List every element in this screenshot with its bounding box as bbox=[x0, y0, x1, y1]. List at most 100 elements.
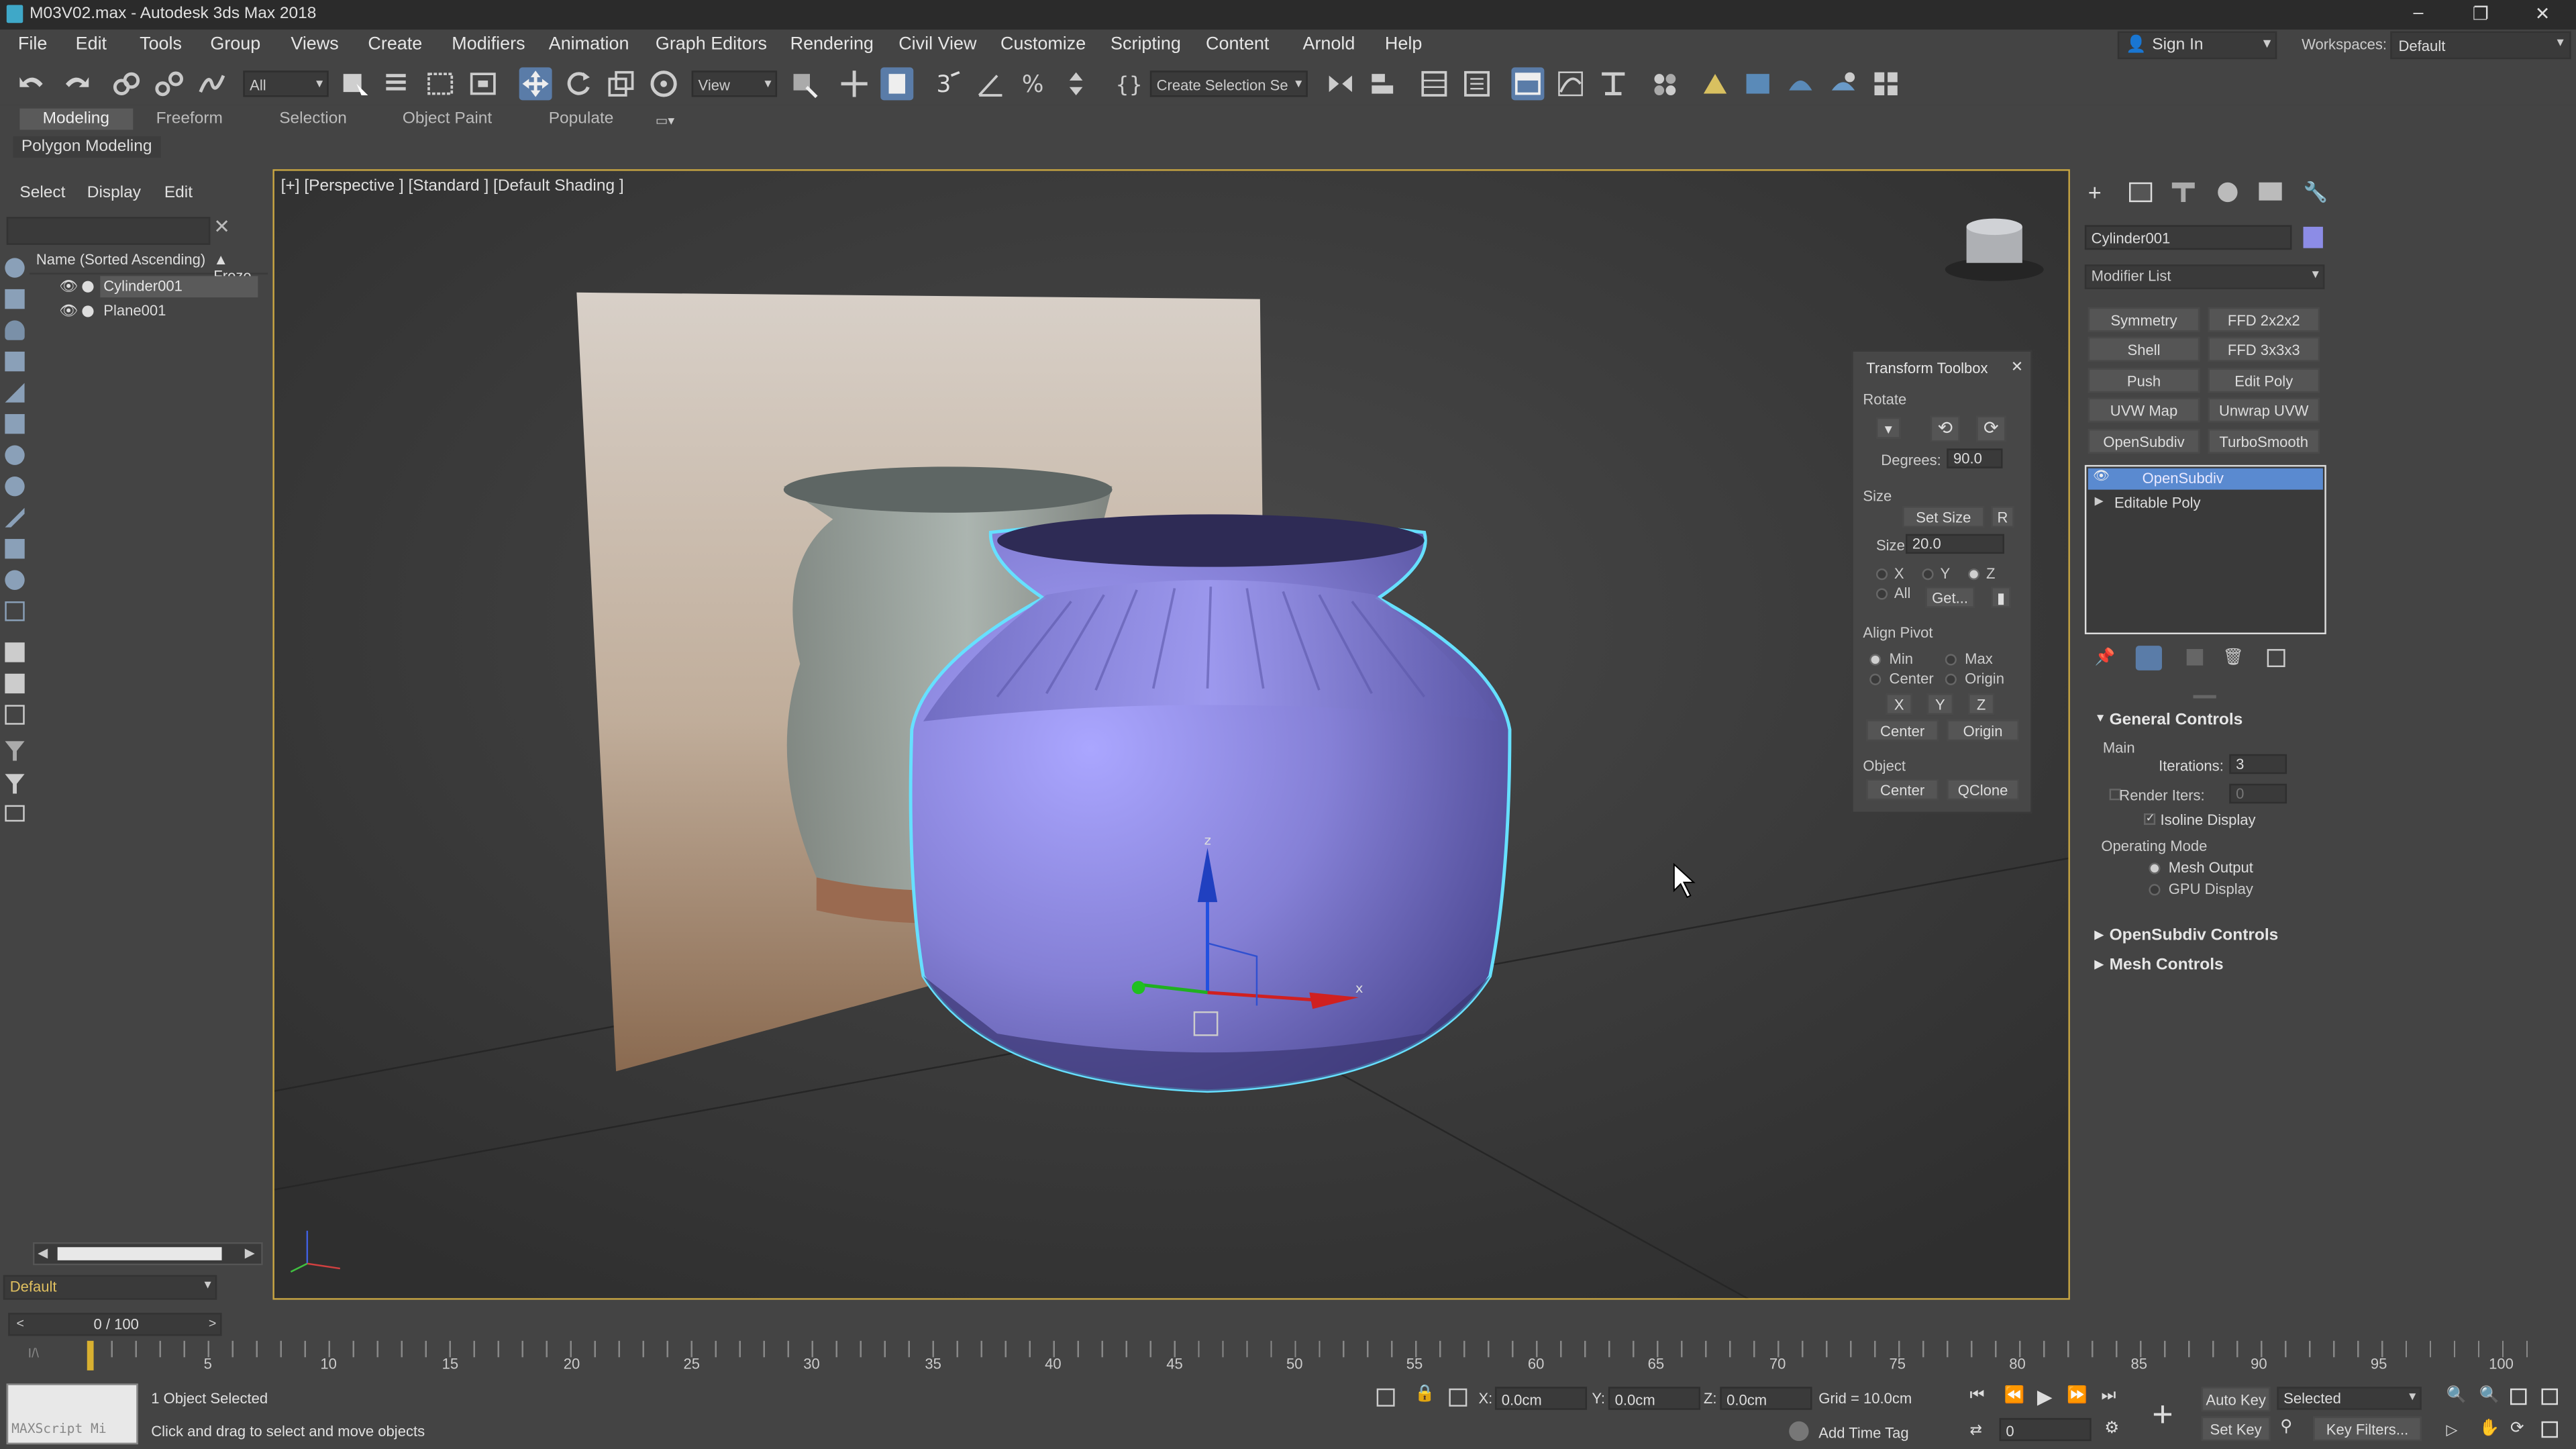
object-name-cell[interactable]: Cylinder001 bbox=[100, 276, 258, 298]
spinner-snap-icon[interactable] bbox=[1060, 67, 1092, 100]
time-tag-icon[interactable] bbox=[1789, 1421, 1809, 1442]
rotate-ccw-button[interactable]: ⟲ bbox=[1930, 415, 1960, 442]
modifier-stack[interactable]: 👁 OpenSubdiv ▶ Editable Poly bbox=[2084, 464, 2326, 635]
display-xrefs-icon[interactable] bbox=[5, 539, 25, 559]
set-key-button[interactable]: Set Key bbox=[2201, 1416, 2271, 1442]
stack-item-opensubdiv[interactable]: 👁 OpenSubdiv bbox=[2088, 468, 2323, 490]
rotate-axis-dropdown[interactable]: ▾ bbox=[1875, 417, 1901, 439]
selection-filter-dropdown[interactable]: All ▼ bbox=[243, 70, 329, 97]
z-coord-input[interactable]: 0.0cm bbox=[1720, 1387, 1812, 1410]
time-slider-prev-icon[interactable]: < bbox=[16, 1316, 23, 1331]
display-space-warps-icon[interactable] bbox=[5, 477, 25, 497]
explorer-menu-select[interactable]: Select bbox=[19, 184, 65, 202]
display-geometry-icon[interactable] bbox=[5, 320, 25, 340]
clear-search-icon[interactable]: ✕ bbox=[213, 215, 230, 238]
column-name-header[interactable]: Name (Sorted Ascending) bbox=[36, 252, 205, 268]
select-manipulate-icon[interactable] bbox=[838, 67, 871, 100]
x-coord-input[interactable]: 0.0cm bbox=[1494, 1387, 1588, 1410]
menu-animation[interactable]: Animation bbox=[549, 34, 629, 54]
minimize-button[interactable]: – bbox=[2414, 3, 2424, 23]
show-end-result-icon[interactable] bbox=[2135, 646, 2162, 670]
isoline-display-checkbox[interactable]: ✓ bbox=[2144, 813, 2156, 826]
explorer-menu-display[interactable]: Display bbox=[87, 184, 141, 202]
layer-dropdown[interactable]: Default ▼ bbox=[3, 1275, 217, 1300]
eye-icon[interactable]: 👁 bbox=[2093, 468, 2110, 483]
ribbon-options-icon[interactable]: ▭▾ bbox=[656, 113, 682, 128]
pivot-y-button[interactable]: Y bbox=[1926, 693, 1954, 715]
explorer-menu-edit[interactable]: Edit bbox=[164, 184, 193, 202]
ribbon-tab-object-paint[interactable]: Object Paint bbox=[403, 110, 492, 128]
scrollbar-thumb[interactable] bbox=[57, 1247, 222, 1260]
isolate-selection-icon[interactable] bbox=[1376, 1388, 1395, 1407]
track-bar[interactable]: 5 10 15 20 25 30 35 40 45 50 55 60 65 70… bbox=[87, 1340, 2535, 1374]
viewport-scene[interactable]: z x bbox=[274, 170, 2070, 1300]
zoom-icon[interactable]: 🔍 bbox=[2446, 1387, 2467, 1405]
pivot-min-radio[interactable] bbox=[1869, 654, 1882, 666]
pivot-center-icon[interactable] bbox=[787, 67, 820, 100]
rotate-cw-button[interactable]: ⟳ bbox=[1976, 415, 2006, 442]
key-set-dropdown[interactable]: Selected ▼ bbox=[2277, 1387, 2422, 1410]
set-size-button[interactable]: Set Size bbox=[1902, 506, 1985, 528]
rect-selection-icon[interactable] bbox=[424, 67, 457, 100]
display-groups-icon[interactable] bbox=[5, 507, 25, 528]
perspective-viewport[interactable]: z x [+] [Perspective] [Standard] [Defa… bbox=[272, 169, 2070, 1300]
add-time-tag-label[interactable]: Add Time Tag bbox=[1818, 1425, 1908, 1441]
undo-icon[interactable] bbox=[16, 67, 49, 100]
goto-start-icon[interactable]: ⏮ bbox=[1970, 1387, 1985, 1405]
move-icon[interactable] bbox=[519, 67, 552, 101]
general-controls-rollout-header[interactable]: ▼ General Controls bbox=[2088, 711, 2313, 736]
symmetry-button[interactable]: Symmetry bbox=[2088, 307, 2200, 332]
iterations-input[interactable]: 3 bbox=[2229, 754, 2287, 775]
menu-help[interactable]: Help bbox=[1385, 34, 1422, 54]
shell-button[interactable]: Shell bbox=[2088, 336, 2200, 362]
bind-space-warp-icon[interactable] bbox=[195, 67, 228, 100]
get-size-button[interactable]: Get... bbox=[1925, 587, 1975, 608]
size-input[interactable]: 20.0 bbox=[1906, 534, 2004, 554]
mesh-controls-rollout-header[interactable]: ▶ Mesh Controls bbox=[2088, 956, 2313, 981]
turbosmooth-button[interactable]: TurboSmooth bbox=[2208, 429, 2320, 454]
expand-icon[interactable]: ▶ bbox=[2095, 495, 2104, 507]
sign-in-area[interactable]: 👤 Sign In ▼ bbox=[2117, 31, 2277, 60]
render-production-icon[interactable] bbox=[1784, 67, 1817, 100]
display-lights-icon[interactable] bbox=[5, 383, 25, 403]
field-of-view-icon[interactable]: ▷ bbox=[2446, 1421, 2458, 1440]
render-iters-input[interactable]: 0 bbox=[2229, 783, 2287, 804]
ribbon-tab-modeling[interactable]: Modeling bbox=[19, 108, 133, 130]
percent-snap-icon[interactable]: % bbox=[1017, 67, 1049, 100]
uvw-map-button[interactable]: UVW Map bbox=[2088, 397, 2200, 423]
eye-icon[interactable]: 👁 bbox=[59, 302, 78, 320]
key-filters-icon[interactable]: ⚲ bbox=[2280, 1418, 2292, 1436]
selection-lock-icon[interactable]: 🔒 bbox=[1414, 1385, 1435, 1403]
scale-icon[interactable] bbox=[605, 67, 637, 100]
render-iterative-icon[interactable] bbox=[1827, 67, 1860, 100]
maximize-viewport-icon[interactable] bbox=[2541, 1421, 2559, 1438]
workspace-dropdown[interactable]: Default ▼ bbox=[2390, 31, 2571, 60]
align-icon[interactable] bbox=[1367, 67, 1400, 100]
ribbon-tab-populate[interactable]: Populate bbox=[549, 110, 614, 128]
ribbon-toggle-icon[interactable] bbox=[1511, 67, 1545, 101]
modify-tab-icon[interactable] bbox=[2128, 182, 2153, 203]
next-frame-icon[interactable]: ⏩ bbox=[2067, 1387, 2087, 1405]
material-editor-icon[interactable] bbox=[1648, 67, 1681, 100]
pin-stack-icon[interactable]: 📌 bbox=[2095, 649, 2115, 667]
zoom-extents-all-icon[interactable] bbox=[2541, 1388, 2559, 1405]
zoom-all-icon[interactable]: 🔍 bbox=[2479, 1387, 2499, 1405]
set-key-big-icon[interactable]: + bbox=[2152, 1393, 2173, 1436]
unwrap-uvw-button[interactable]: Unwrap UVW bbox=[2208, 397, 2320, 423]
ribbon-tab-selection[interactable]: Selection bbox=[279, 110, 347, 128]
schematic-view-icon[interactable] bbox=[1597, 67, 1630, 100]
y-coord-input[interactable]: 0.0cm bbox=[1608, 1387, 1700, 1410]
absolute-mode-icon[interactable] bbox=[1449, 1388, 1467, 1407]
object-center-button[interactable]: Center bbox=[1866, 779, 1939, 801]
axis-z-radio[interactable] bbox=[1968, 568, 1980, 581]
pivot-x-button[interactable]: X bbox=[1886, 693, 1912, 715]
toolbox-close-icon[interactable]: ✕ bbox=[2011, 358, 2023, 377]
menu-create[interactable]: Create bbox=[368, 34, 422, 54]
close-button[interactable]: ✕ bbox=[2535, 3, 2551, 25]
menu-group[interactable]: Group bbox=[210, 34, 260, 54]
ffd-3x3x3-button[interactable]: FFD 3x3x3 bbox=[2208, 336, 2320, 362]
menu-civil-view[interactable]: Civil View bbox=[898, 34, 976, 54]
ribbon-sub-label[interactable]: Polygon Modeling bbox=[13, 136, 160, 158]
curve-editor-icon[interactable] bbox=[1554, 67, 1587, 100]
pivot-max-radio[interactable] bbox=[1945, 654, 1957, 666]
